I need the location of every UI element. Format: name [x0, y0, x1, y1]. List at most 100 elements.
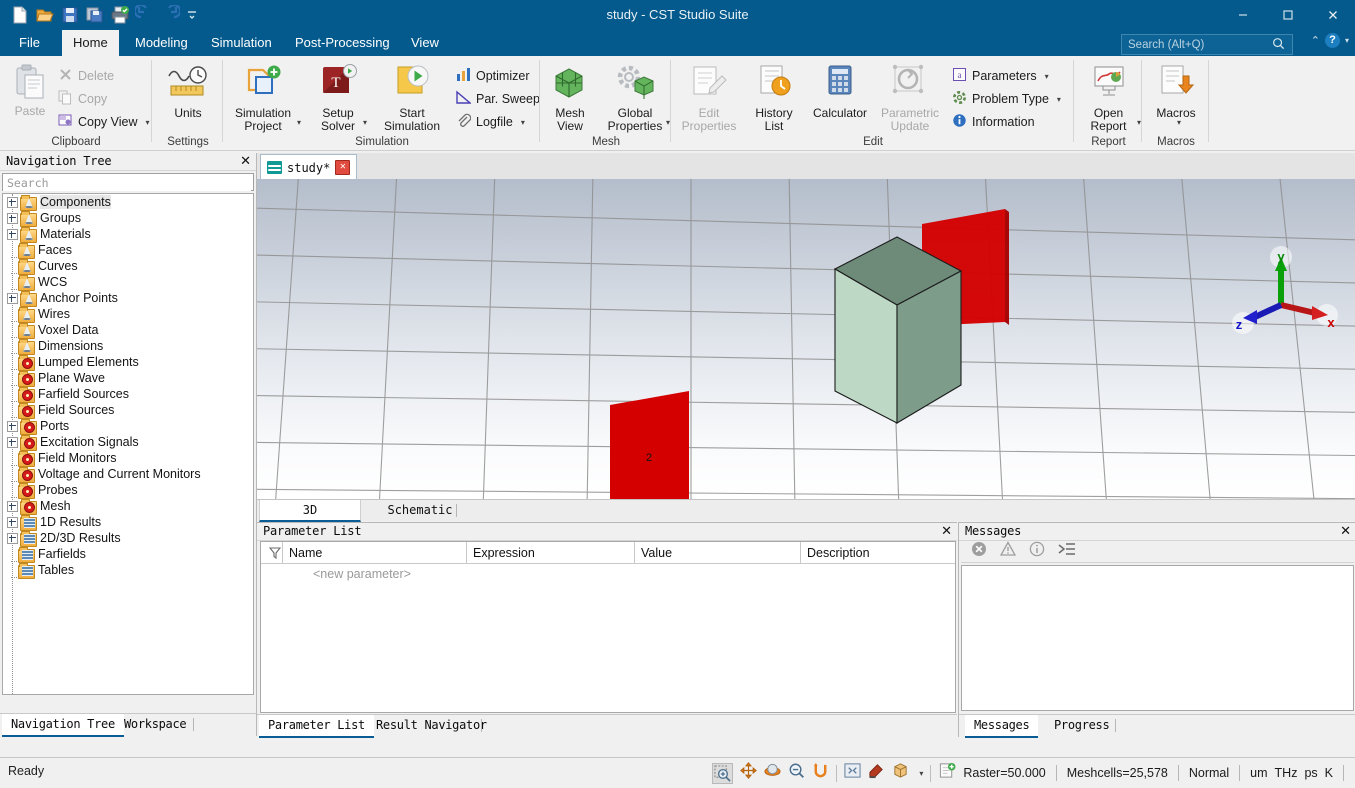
edit-properties-button[interactable]: Edit Properties [674, 64, 744, 133]
parameters-button[interactable]: a Parameters ▾ [952, 66, 1049, 86]
rotate-icon[interactable] [764, 762, 781, 784]
column-header-description[interactable]: Description [801, 542, 955, 563]
tree-item-groups[interactable]: Groups [3, 210, 253, 227]
chevron-down-icon[interactable]: ▾ [1057, 95, 1061, 104]
delete-button[interactable]: Delete [58, 66, 114, 86]
global-search[interactable] [1121, 34, 1293, 55]
tree-item-1d-results[interactable]: 1D Results [3, 514, 253, 531]
filter-icon[interactable] [261, 542, 283, 563]
ribbon-tab-view[interactable]: View [400, 30, 450, 56]
chevron-down-icon[interactable]: ▾ [521, 118, 525, 127]
3d-canvas[interactable]: 2 y x z [257, 179, 1355, 499]
tree-search-input[interactable] [3, 175, 251, 191]
chevron-down-icon[interactable]: ▾ [363, 118, 367, 127]
column-header-expression[interactable]: Expression [467, 542, 635, 563]
zoom-in-icon[interactable] [712, 762, 734, 784]
help-icon[interactable]: ? [1324, 33, 1340, 48]
tree-item-anchor-points[interactable]: Anchor Points [3, 290, 253, 307]
tree-item-faces[interactable]: Faces [3, 242, 253, 259]
ribbon-tab-simulation[interactable]: Simulation [200, 30, 283, 56]
chevron-down-icon[interactable]: ▾ [1177, 118, 1181, 127]
close-icon[interactable]: ✕ [335, 160, 351, 175]
print-icon[interactable] [110, 5, 130, 25]
tree-search-box[interactable] [2, 173, 254, 191]
expand-icon[interactable] [7, 212, 18, 224]
problem-type-button[interactable]: Problem Type ▾ [952, 89, 1061, 109]
ribbon-tab-post-processing[interactable]: Post-Processing [284, 30, 401, 56]
new-file-icon[interactable] [10, 5, 30, 25]
clear-messages-icon[interactable] [1058, 541, 1076, 562]
history-list-button[interactable]: History List [748, 64, 800, 133]
tree-item-mesh[interactable]: Mesh [3, 498, 253, 515]
collapse-ribbon-icon[interactable]: ⌃ [1311, 34, 1320, 47]
pan-icon[interactable] [740, 762, 758, 784]
expand-icon[interactable] [7, 516, 18, 528]
status-unit-length[interactable]: um [1250, 766, 1267, 780]
tree-item-lumped-elements[interactable]: Lumped Elements [3, 354, 253, 371]
tree-item-materials[interactable]: Materials [3, 226, 253, 243]
save-as-icon[interactable] [85, 5, 105, 25]
redo-icon[interactable] [160, 3, 182, 25]
minimize-button[interactable] [1220, 0, 1265, 30]
column-header-value[interactable]: Value [635, 542, 801, 563]
open-file-icon[interactable] [35, 5, 55, 25]
tree-item-probes[interactable]: Probes [3, 482, 253, 499]
tree-item-farfields[interactable]: Farfields [3, 546, 253, 563]
maximize-button[interactable] [1265, 0, 1310, 30]
tree-item-plane-wave[interactable]: Plane Wave [3, 370, 253, 387]
viewport-tab-3d[interactable]: 3D [259, 500, 361, 522]
messages-list[interactable] [961, 565, 1354, 711]
tree-item-2d-3d-results[interactable]: 2D/3D Results [3, 530, 253, 547]
parametric-update-button[interactable]: Parametric Update [876, 64, 944, 133]
dock-tab-messages[interactable]: Messages [965, 715, 1039, 738]
expand-icon[interactable] [7, 228, 18, 240]
expand-icon[interactable] [7, 420, 18, 432]
zoom-out-icon[interactable] [788, 762, 805, 784]
tree-item-voltage-and-current-monitors[interactable]: Voltage and Current Monitors [3, 466, 253, 483]
fit-to-screen-icon[interactable] [844, 762, 861, 784]
expand-icon[interactable] [7, 500, 18, 512]
close-icon[interactable]: ✕ [941, 523, 952, 539]
add-field-icon[interactable] [938, 762, 956, 784]
global-properties-button[interactable]: Global Properties [599, 64, 671, 133]
view-cube-icon[interactable] [892, 762, 909, 784]
logfile-button[interactable]: Logfile ▾ [456, 112, 525, 132]
expand-icon[interactable] [7, 436, 18, 448]
new-parameter-row[interactable]: <new parameter> [261, 564, 955, 581]
expand-icon[interactable] [7, 292, 18, 304]
tree-item-tables[interactable]: Tables [3, 562, 253, 579]
dock-tab-parameter-list[interactable]: Parameter List [259, 715, 374, 738]
viewport-tab-schematic[interactable]: Schematic [365, 500, 475, 520]
mesh-view-button[interactable]: Mesh View [543, 64, 597, 133]
paste-button[interactable]: Paste [8, 64, 52, 118]
tree-item-wcs[interactable]: WCS [3, 274, 253, 291]
tree-item-ports[interactable]: Ports [3, 418, 253, 435]
expand-icon[interactable] [7, 196, 18, 208]
units-button[interactable]: Units [153, 64, 223, 120]
dock-tab-result-navigator[interactable]: Result Navigator [367, 715, 496, 736]
close-button[interactable] [1310, 0, 1355, 30]
setup-solver-button[interactable]: T Setup Solver [306, 64, 370, 133]
column-header-name[interactable]: Name [283, 542, 467, 563]
document-tab-study[interactable]: study* ✕ [260, 154, 358, 180]
par-sweep-button[interactable]: Par. Sweep [456, 89, 540, 109]
tree-item-field-sources[interactable]: Field Sources [3, 402, 253, 419]
chevron-down-icon[interactable]: ▾ [297, 118, 301, 127]
tree-item-wires[interactable]: Wires [3, 306, 253, 323]
parameter-table[interactable]: Name Expression Value Description <new p… [260, 541, 956, 713]
tree-item-farfield-sources[interactable]: Farfield Sources [3, 386, 253, 403]
optimizer-button[interactable]: Optimizer [456, 66, 529, 86]
chevron-down-icon[interactable]: ▾ [1045, 72, 1049, 81]
information-button[interactable]: Information [952, 112, 1035, 132]
search-input[interactable] [1122, 35, 1272, 54]
chevron-down-icon[interactable]: ▾ [146, 118, 150, 127]
save-icon[interactable] [60, 5, 80, 25]
close-icon[interactable]: ✕ [240, 153, 251, 169]
open-report-button[interactable]: Open Report [1075, 64, 1142, 133]
tree-item-curves[interactable]: Curves [3, 258, 253, 275]
tree-item-field-monitors[interactable]: Field Monitors [3, 450, 253, 467]
simulation-project-button[interactable]: Simulation Project [226, 64, 300, 133]
expand-icon[interactable] [7, 532, 18, 544]
close-icon[interactable]: ✕ [1340, 523, 1351, 539]
tree-item-components[interactable]: Components [3, 194, 253, 211]
